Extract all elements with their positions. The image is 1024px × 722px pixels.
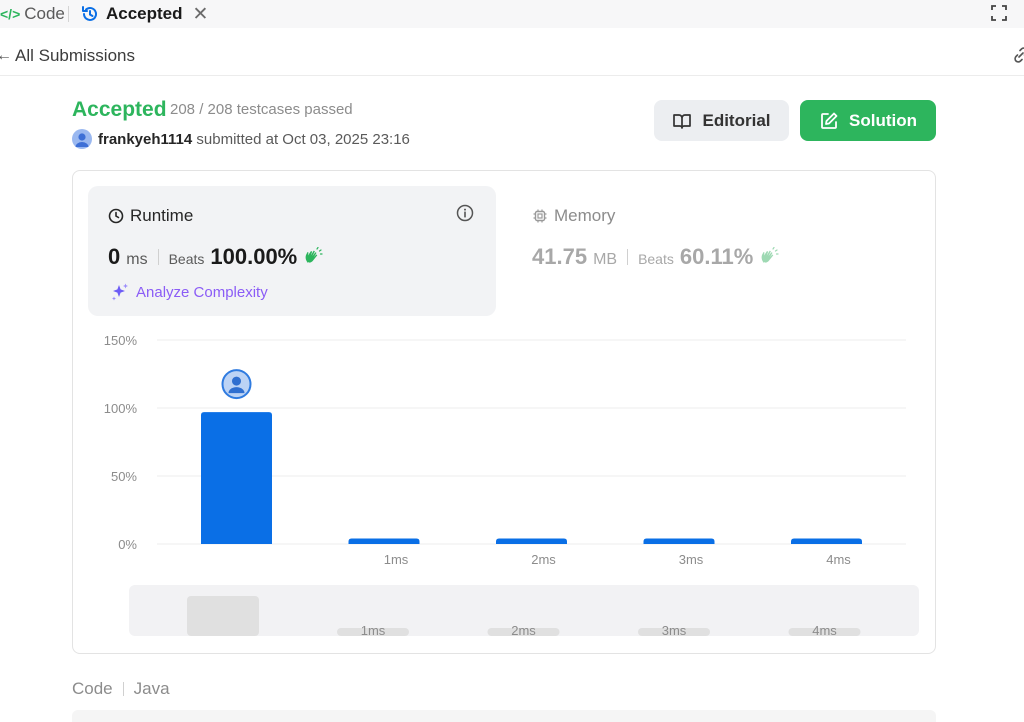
memory-beats-value: 60.11% <box>679 244 754 269</box>
tab-accepted[interactable]: Accepted ✕ <box>80 0 208 28</box>
back-arrow-icon[interactable]: ← <box>0 47 12 65</box>
memory-metric: 41.75 MB Beats 60.11% <box>532 244 779 270</box>
runtime-beats-label: Beats <box>168 251 205 267</box>
runtime-unit: ms <box>126 251 148 268</box>
code-divider <box>122 682 124 696</box>
solution-button[interactable]: Solution <box>800 100 936 141</box>
tab-divider <box>68 6 69 22</box>
info-icon[interactable] <box>456 204 474 222</box>
tab-code[interactable]: </> Code <box>0 0 65 28</box>
runtime-beats-value: 100.00% <box>210 244 298 269</box>
clap-icon <box>305 247 323 263</box>
submission-status: Accepted <box>72 98 167 121</box>
code-icon: </> <box>0 6 21 22</box>
clock-icon <box>108 208 124 224</box>
book-icon <box>673 113 692 129</box>
code-editor-top <box>72 710 936 722</box>
runtime-label: Runtime <box>108 206 193 226</box>
submitter-info: frankyeh1114 submitted at Oct 03, 2025 2… <box>98 131 410 148</box>
fullscreen-icon[interactable] <box>990 4 1008 22</box>
memory-value: 41.75 <box>532 244 588 269</box>
memory-unit: MB <box>593 251 618 268</box>
chip-icon <box>533 209 547 223</box>
code-section-header: Code Java <box>72 679 170 699</box>
memory-label[interactable]: Memory <box>532 206 615 226</box>
editorial-button[interactable]: Editorial <box>654 100 789 141</box>
close-tab-icon[interactable]: ✕ <box>193 3 209 26</box>
share-link-icon[interactable] <box>1012 46 1024 64</box>
editorial-label: Editorial <box>702 110 771 130</box>
tab-bar: </> Code Accepted ✕ <box>0 0 1024 28</box>
solution-label: Solution <box>849 110 917 130</box>
user-avatar[interactable] <box>72 129 92 149</box>
tab-accepted-label: Accepted <box>106 4 183 23</box>
language-label: Java <box>133 679 170 698</box>
metric-divider <box>627 249 629 265</box>
runtime-value: 0 <box>108 244 121 269</box>
sparkle-icon <box>112 283 128 301</box>
metric-divider <box>157 249 159 265</box>
submission-subheader: ← All Submissions <box>0 36 1024 76</box>
user-avatar-icon <box>75 133 89 147</box>
submitted-time: submitted at Oct 03, 2025 23:16 <box>196 131 410 148</box>
all-submissions-link[interactable]: All Submissions <box>15 46 135 66</box>
history-icon <box>82 6 97 21</box>
testcases-passed: 208 / 208 testcases passed <box>170 101 353 118</box>
code-label: Code <box>72 679 113 698</box>
memory-beats-label: Beats <box>638 251 674 267</box>
clap-icon <box>761 247 779 263</box>
edit-icon <box>821 112 838 129</box>
analyze-complexity-link[interactable]: Analyze Complexity <box>110 282 268 302</box>
runtime-metric: 0 ms Beats 100.00% <box>108 244 323 270</box>
tab-code-label: Code <box>24 4 65 23</box>
username[interactable]: frankyeh1114 <box>98 131 192 148</box>
